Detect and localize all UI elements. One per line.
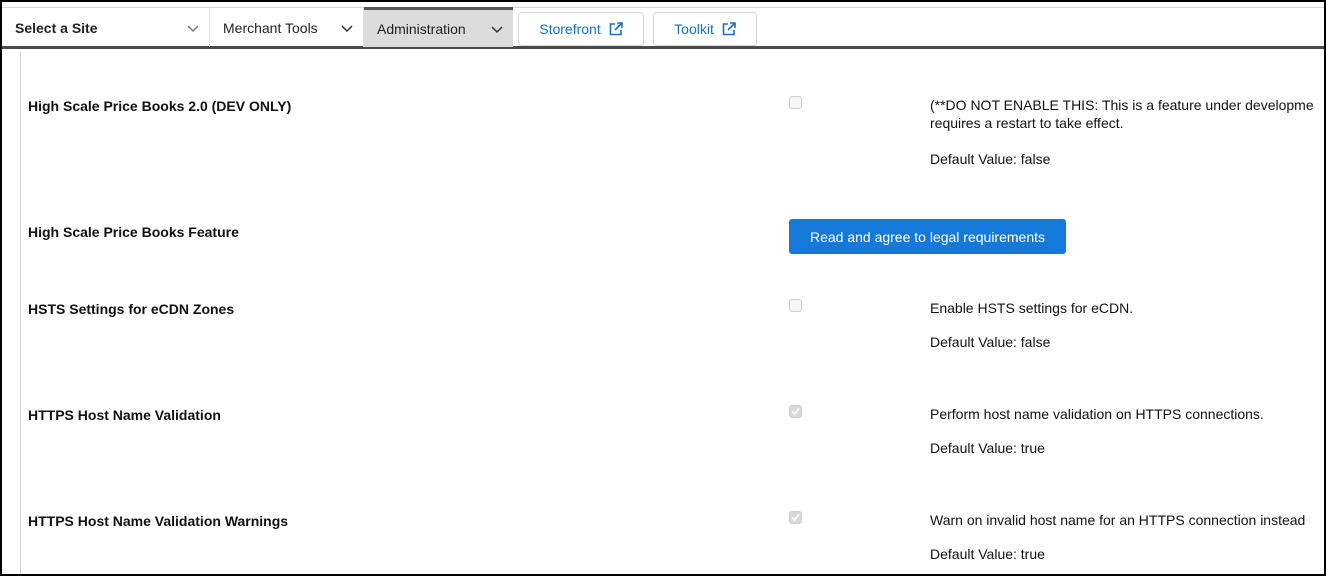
checkmark-icon — [791, 407, 800, 416]
toolkit-button[interactable]: Toolkit — [653, 12, 757, 46]
external-link-icon — [722, 22, 736, 36]
merchant-tools-menu[interactable]: Merchant Tools — [210, 8, 364, 47]
preference-description: Perform host name validation on HTTPS co… — [930, 405, 1264, 423]
description-line: Perform host name validation on HTTPS co… — [930, 406, 1264, 422]
description-line: Enable HSTS settings for eCDN. — [930, 300, 1134, 316]
chevron-down-icon — [341, 22, 353, 34]
preference-name: HTTPS Host Name Validation Warnings — [28, 513, 289, 529]
preference-description: Enable HSTS settings for eCDN. — [930, 299, 1133, 317]
preferences-list: High Scale Price Books 2.0 (DEV ONLY) (*… — [20, 52, 1324, 574]
preference-name: HTTPS Host Name Validation — [28, 407, 221, 423]
top-navigation: Select a Site Merchant Tools Administrat… — [2, 7, 1324, 49]
site-select-label: Select a Site — [15, 19, 98, 36]
description-line: Warn on invalid host name for an HTTPS c… — [930, 512, 1306, 528]
toolkit-label: Toolkit — [674, 21, 714, 37]
merchant-tools-label: Merchant Tools — [223, 19, 318, 36]
administration-label: Administration — [377, 20, 466, 37]
preference-checkbox[interactable] — [789, 299, 802, 312]
storefront-button[interactable]: Storefront — [518, 12, 644, 46]
window-frame: Select a Site Merchant Tools Administrat… — [0, 0, 1326, 576]
storefront-label: Storefront — [539, 21, 601, 37]
chevron-down-icon — [491, 23, 503, 35]
administration-menu[interactable]: Administration — [364, 7, 513, 47]
external-link-icon — [609, 22, 623, 36]
default-value: Default Value: false — [930, 334, 1051, 350]
preference-description: (**DO NOT ENABLE THIS: This is a feature… — [930, 96, 1314, 132]
preference-checkbox[interactable] — [789, 405, 802, 418]
preference-name: HSTS Settings for eCDN Zones — [28, 301, 235, 317]
description-line: requires a restart to take effect. — [930, 115, 1124, 131]
site-select-dropdown[interactable]: Select a Site — [2, 8, 210, 47]
preference-checkbox[interactable] — [789, 511, 802, 524]
preference-checkbox[interactable] — [789, 96, 802, 109]
default-value: Default Value: true — [930, 440, 1045, 456]
preference-name: High Scale Price Books Feature — [28, 224, 239, 240]
description-line: (**DO NOT ENABLE THIS: This is a feature… — [930, 97, 1314, 113]
preference-description: Warn on invalid host name for an HTTPS c… — [930, 511, 1305, 529]
checkmark-icon — [791, 513, 800, 522]
preference-name: High Scale Price Books 2.0 (DEV ONLY) — [28, 98, 292, 114]
default-value: Default Value: true — [930, 546, 1045, 562]
read-legal-requirements-button[interactable]: Read and agree to legal requirements — [789, 219, 1066, 254]
chevron-down-icon — [187, 22, 199, 34]
default-value: Default Value: false — [930, 151, 1051, 167]
